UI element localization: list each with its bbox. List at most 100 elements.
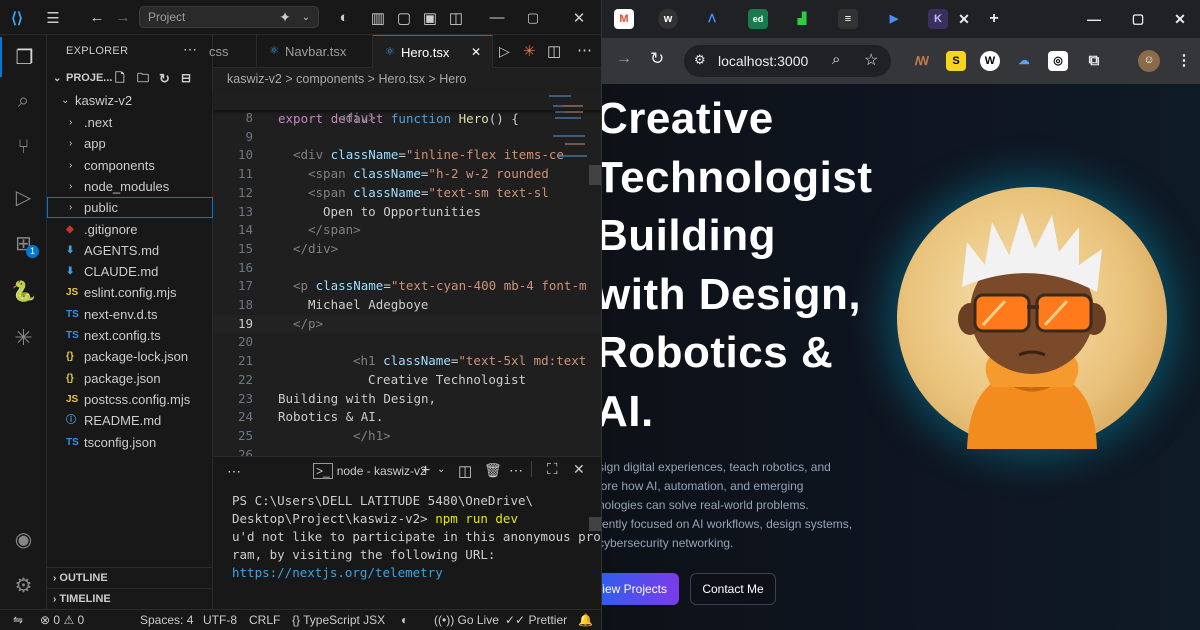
extension-icon[interactable]: ☁ (1014, 51, 1034, 71)
more-actions-icon[interactable]: ⋯ (183, 41, 197, 58)
tree-root-folder[interactable]: ⌄ kaswiz-v2 (47, 90, 213, 111)
split-terminal-icon[interactable]: ◫ (458, 462, 472, 480)
tab-close-icon[interactable]: ✕ (471, 36, 481, 69)
terminal-link[interactable]: https://nextjs.org/telemetry (232, 564, 443, 582)
tab-favicon-icon[interactable]: ⴷ (702, 9, 722, 29)
extension-icon[interactable]: ◎ (1048, 51, 1068, 71)
layout-sidebar-icon[interactable]: ▥ (368, 0, 388, 35)
tree-folder[interactable]: › node_modules (47, 176, 213, 197)
outline-section-header[interactable]: › OUTLINE (47, 567, 213, 588)
run-debug-icon[interactable]: ▷ (0, 177, 47, 217)
close-panel-icon[interactable]: ✕ (573, 461, 585, 478)
tree-file[interactable]: {} package-lock.json (47, 346, 213, 367)
encoding-status[interactable]: UTF-8 (203, 610, 237, 630)
prettier-status[interactable]: ✓✓ Prettier (505, 610, 567, 630)
terminal-selector[interactable]: >_ node - kaswiz-v2 (313, 463, 427, 479)
minimize-icon[interactable]: — (486, 0, 508, 35)
new-terminal-icon[interactable]: + (421, 462, 430, 480)
tree-file[interactable]: ⬇ CLAUDE.md (47, 261, 213, 282)
refresh-icon[interactable]: ↻ (159, 68, 170, 89)
extensions-puzzle-icon[interactable]: ⧉ (1084, 51, 1104, 71)
layout-secondary-sidebar-icon[interactable]: ▢ (394, 0, 414, 35)
notifications-bell-icon[interactable]: 🔔 (578, 610, 593, 630)
browser-menu-icon[interactable]: ⋮ (1174, 51, 1194, 71)
search-icon[interactable]: ⌕ (0, 81, 47, 121)
extensions-icon[interactable]: ⊞ 1 (0, 223, 47, 263)
tab-favicon-icon[interactable]: ▶ (884, 9, 904, 29)
run-icon[interactable]: ▷ (499, 43, 510, 60)
remote-icon[interactable]: ⇋ (8, 610, 28, 630)
tree-file[interactable]: JS postcss.config.mjs (47, 389, 213, 410)
extension-icon[interactable]: W (980, 51, 1000, 71)
site-info-icon[interactable]: ⚙ (694, 52, 706, 68)
address-bar[interactable]: ⚙ localhost:3000 ⌕ ☆ (684, 45, 891, 77)
close-icon[interactable]: ✕ (1170, 9, 1190, 29)
eol-status[interactable]: CRLF (249, 610, 280, 630)
new-tab-icon[interactable]: + (984, 9, 1004, 29)
copilot-icon[interactable]: ◐ (334, 0, 354, 35)
layout-panel-icon[interactable]: ▣ (420, 0, 440, 35)
tree-file[interactable]: ⬇ AGENTS.md (47, 240, 213, 261)
indentation-status[interactable]: Spaces: 4 (140, 610, 193, 630)
tree-file[interactable]: JS eslint.config.mjs (47, 282, 213, 303)
contact-me-button[interactable]: Contact Me (690, 573, 776, 605)
split-editor-icon[interactable]: ◫ (547, 42, 561, 60)
close-tab-icon[interactable]: ✕ (954, 9, 974, 29)
more-actions-icon[interactable]: ⋯ (577, 41, 592, 59)
more-actions-icon[interactable]: ⋯ (227, 463, 241, 480)
tree-folder[interactable]: › app (47, 133, 213, 154)
tree-file[interactable]: ⓘ README.md (47, 410, 213, 431)
new-folder-icon[interactable]: 🗀 (137, 68, 149, 89)
problems-status[interactable]: ⊗ 0 ⚠ 0 (40, 610, 84, 630)
chevron-down-icon[interactable]: ⌄ (437, 464, 445, 475)
extension-icon[interactable]: S (946, 51, 966, 71)
zoom-icon[interactable]: ⌕ (832, 51, 840, 68)
tab-navbar[interactable]: ⚛ Navbar.tsx (257, 35, 373, 68)
timeline-section-header[interactable]: › TIMELINE (47, 588, 213, 609)
explorer-icon[interactable]: ❐ (0, 37, 47, 77)
copilot-status-icon[interactable]: ◐ (401, 610, 408, 630)
reload-icon[interactable]: ↻ (650, 49, 664, 69)
chevron-down-icon[interactable]: ⌄ (298, 0, 314, 35)
python-icon[interactable]: 🐍 (0, 271, 47, 311)
more-actions-icon[interactable]: ⋯ (509, 462, 523, 479)
tab-favicon-icon[interactable]: ▟ (792, 9, 812, 29)
tree-folder[interactable]: › .next (47, 112, 213, 133)
account-icon[interactable]: ◉ (0, 519, 47, 559)
claude-code-icon[interactable]: ✳ (523, 42, 536, 60)
tree-file[interactable]: TS next-env.d.ts (47, 304, 213, 325)
go-live-status[interactable]: ((•)) Go Live (434, 610, 499, 630)
extension-icon[interactable]: ꟿ (912, 51, 932, 71)
copilot-chat-icon[interactable]: ✦ (275, 0, 295, 35)
language-status[interactable]: {} TypeScript JSX (292, 610, 385, 630)
forward-arrow-icon[interactable]: → (616, 50, 632, 68)
tab-hero[interactable]: ⚛ Hero.tsx ✕ (373, 35, 493, 68)
tree-folder[interactable]: › components (47, 155, 213, 176)
tab-favicon-icon[interactable]: w (658, 9, 678, 29)
active-tab-favicon-icon[interactable]: K (928, 9, 948, 29)
tab-favicon-icon[interactable]: ed (748, 9, 768, 29)
back-arrow-icon[interactable]: ← (86, 0, 108, 35)
maximize-panel-icon[interactable]: ⛶ (547, 461, 558, 478)
source-control-icon[interactable]: ⑂ (0, 127, 47, 167)
breadcrumb[interactable]: kaswiz-v2 > components > Hero.tsx > Hero (227, 68, 466, 90)
tree-file[interactable]: {} package.json (47, 368, 213, 389)
project-section-header[interactable]: ⌄ PROJE... 🗋 🗀 ↻ ⊟ (47, 68, 213, 89)
customize-layout-icon[interactable]: ◫ (446, 0, 466, 35)
editor-scrollbar[interactable] (589, 165, 601, 185)
close-icon[interactable]: ✕ (568, 0, 590, 35)
minimap[interactable] (549, 95, 589, 295)
trash-icon[interactable]: 🗑 (484, 462, 502, 479)
restore-icon[interactable]: ▢ (1128, 9, 1148, 29)
forward-arrow-icon[interactable]: → (112, 0, 134, 35)
gmail-tab-icon[interactable]: M (614, 9, 634, 29)
tree-file[interactable]: TS next.config.ts (47, 325, 213, 346)
tab-favicon-icon[interactable]: ≡ (838, 9, 858, 29)
view-projects-button[interactable]: View Projects (602, 573, 679, 605)
claude-icon[interactable]: ✳ (0, 318, 47, 358)
menu-icon[interactable]: ☰ (42, 0, 64, 35)
restore-icon[interactable]: ▢ (522, 0, 544, 35)
profile-avatar[interactable]: ☺ (1138, 50, 1160, 72)
tree-folder[interactable]: › public (47, 197, 213, 219)
new-file-icon[interactable]: 🗋 (115, 68, 125, 89)
